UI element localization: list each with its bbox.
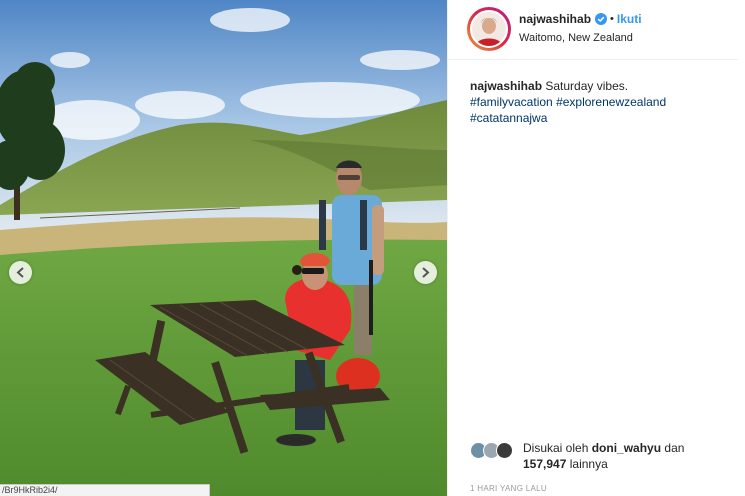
location-link[interactable]: Waitomo, New Zealand (519, 32, 633, 44)
liker-username[interactable]: doni_wahyu (592, 441, 661, 455)
browser-status-url: /Br9HkRib2i4/ (0, 484, 210, 496)
post-side-panel: najwashihab • Ikuti Waitomo, New Zealand… (447, 0, 745, 496)
post-photo[interactable]: /Br9HkRib2i4/ (0, 0, 447, 496)
verified-badge-icon (595, 13, 608, 25)
post-header: najwashihab • Ikuti Waitomo, New Zealand (448, 0, 738, 60)
photo-scene (0, 0, 447, 496)
liker-avatar[interactable] (496, 442, 513, 459)
next-photo-button[interactable] (414, 261, 437, 284)
username-row: najwashihab • Ikuti (519, 12, 642, 26)
avatar-image (472, 12, 506, 46)
previous-photo-button[interactable] (9, 261, 32, 284)
separator-dot: • (610, 13, 614, 25)
hashtag-link[interactable]: #explorenewzealand (556, 95, 666, 109)
username[interactable]: najwashihab (519, 12, 591, 26)
chevron-left-icon (16, 267, 24, 278)
follow-button[interactable]: Ikuti (617, 12, 642, 26)
caption-username[interactable]: najwashihab (470, 79, 542, 93)
chevron-right-icon (422, 267, 430, 278)
hashtag-link[interactable]: #catatannajwa (470, 111, 547, 125)
likes-count[interactable]: 157,947 (523, 457, 566, 471)
post-timestamp[interactable]: 1 HARI YANG LALU (470, 484, 547, 493)
likes-summary: Disukai oleh doni_wahyu dan 157,947 lain… (523, 440, 713, 472)
liker-avatars (470, 440, 520, 460)
avatar[interactable] (470, 10, 508, 48)
likes-conjunction: dan (664, 441, 685, 455)
likes-suffix: lainnya (569, 457, 608, 471)
post-caption: najwashihab Saturday vibes. #familyvacat… (470, 78, 720, 126)
likes-prefix: Disukai oleh (523, 441, 589, 455)
avatar-story-ring[interactable] (467, 7, 511, 51)
hashtag-link[interactable]: #familyvacation (470, 95, 553, 109)
likes-row: Disukai oleh doni_wahyu dan 157,947 lain… (470, 440, 713, 472)
caption-text: Saturday vibes. (545, 79, 629, 93)
